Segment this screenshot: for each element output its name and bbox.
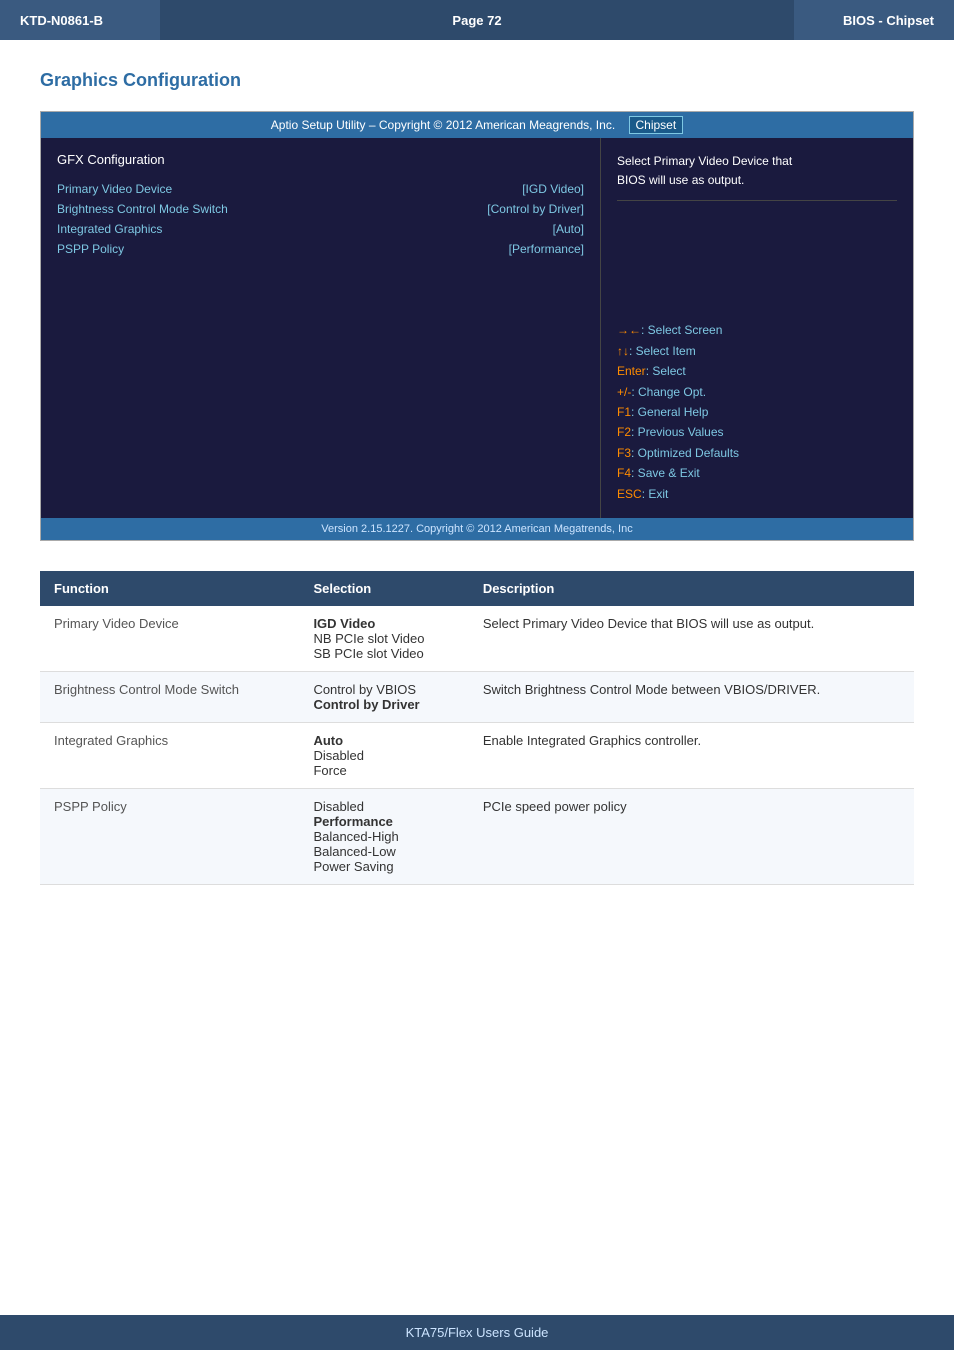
cell-selection: Control by VBIOSControl by Driver: [299, 672, 468, 723]
bios-key-row: F2: Previous Values: [617, 422, 897, 442]
bios-help-keys: →←: Select Screen↑↓: Select ItemEnter: S…: [617, 320, 897, 504]
key-label: →←: [617, 323, 641, 337]
bios-item-value: [Auto]: [553, 222, 584, 236]
bios-help-line1: Select Primary Video Device that: [617, 154, 792, 168]
bios-submenu-label: Chipset: [629, 116, 684, 134]
footer-text: KTA75/Flex Users Guide: [406, 1325, 549, 1340]
bios-item-label: Primary Video Device: [57, 182, 172, 196]
bios-key-row: F3: Optimized Defaults: [617, 443, 897, 463]
table-row: Integrated GraphicsAutoDisabledForceEnab…: [40, 723, 914, 789]
bios-key-row: ↑↓: Select Item: [617, 341, 897, 361]
section-title: Graphics Configuration: [40, 70, 914, 91]
selection-item: Performance: [313, 814, 454, 829]
cell-selection: IGD VideoNB PCIe slot VideoSB PCIe slot …: [299, 606, 468, 672]
cell-function: Primary Video Device: [40, 606, 299, 672]
key-label: ESC: [617, 487, 642, 501]
cell-selection: AutoDisabledForce: [299, 723, 468, 789]
cell-description: Select Primary Video Device that BIOS wi…: [469, 606, 914, 672]
selection-item: Auto: [313, 733, 454, 748]
selection-item: Control by VBIOS: [313, 682, 454, 697]
col-function: Function: [40, 571, 299, 606]
page-footer: KTA75/Flex Users Guide: [0, 1315, 954, 1350]
bios-item: Brightness Control Mode Switch [Control b…: [57, 199, 584, 219]
selection-item: Force: [313, 763, 454, 778]
bios-header-bar: Aptio Setup Utility – Copyright © 2012 A…: [41, 112, 913, 138]
header-model: KTD-N0861-B: [0, 0, 160, 40]
bios-key-row: Enter: Select: [617, 361, 897, 381]
bios-key-row: F4: Save & Exit: [617, 463, 897, 483]
bios-item: PSPP Policy [Performance]: [57, 239, 584, 259]
bios-left-panel: GFX Configuration Primary Video Device [I…: [41, 138, 601, 518]
bios-left-title: GFX Configuration: [57, 152, 584, 167]
bios-footer: Version 2.15.1227. Copyright © 2012 Amer…: [41, 518, 913, 540]
bios-item-value: [Performance]: [509, 242, 584, 256]
bios-item: Integrated Graphics [Auto]: [57, 219, 584, 239]
table-row: Brightness Control Mode SwitchControl by…: [40, 672, 914, 723]
key-desc: : General Help: [631, 405, 708, 419]
key-label: F2: [617, 425, 631, 439]
bios-help-line2: BIOS will use as output.: [617, 173, 744, 187]
selection-item: NB PCIe slot Video: [313, 631, 454, 646]
cell-selection: DisabledPerformanceBalanced-HighBalanced…: [299, 789, 468, 885]
bios-key-row: →←: Select Screen: [617, 320, 897, 340]
table-body: Primary Video DeviceIGD VideoNB PCIe slo…: [40, 606, 914, 885]
bios-screenshot: Aptio Setup Utility – Copyright © 2012 A…: [40, 111, 914, 541]
key-label: F3: [617, 446, 631, 460]
selection-item: Power Saving: [313, 859, 454, 874]
selection-item: Disabled: [313, 748, 454, 763]
selection-item: Control by Driver: [313, 697, 454, 712]
table-row: Primary Video DeviceIGD VideoNB PCIe slo…: [40, 606, 914, 672]
key-label: F4: [617, 466, 631, 480]
bios-key-row: +/-: Change Opt.: [617, 382, 897, 402]
bios-header-text: Aptio Setup Utility – Copyright © 2012 A…: [271, 118, 615, 132]
table-row: PSPP PolicyDisabledPerformanceBalanced-H…: [40, 789, 914, 885]
selection-item: SB PCIe slot Video: [313, 646, 454, 661]
key-desc: : Save & Exit: [631, 466, 700, 480]
selection-item: IGD Video: [313, 616, 454, 631]
cell-description: Switch Brightness Control Mode between V…: [469, 672, 914, 723]
bios-item: Primary Video Device [IGD Video]: [57, 179, 584, 199]
key-label: ↑↓: [617, 344, 629, 358]
key-desc: : Select Screen: [641, 323, 722, 337]
selection-item: Disabled: [313, 799, 454, 814]
col-description: Description: [469, 571, 914, 606]
cell-function: Brightness Control Mode Switch: [40, 672, 299, 723]
bios-item-label: Brightness Control Mode Switch: [57, 202, 228, 216]
cell-description: Enable Integrated Graphics controller.: [469, 723, 914, 789]
key-desc: : Optimized Defaults: [631, 446, 739, 460]
bios-key-row: F1: General Help: [617, 402, 897, 422]
header-page: Page 72: [160, 13, 794, 28]
key-desc: : Select Item: [629, 344, 696, 358]
bios-help-description: Select Primary Video Device that BIOS wi…: [617, 152, 897, 201]
header-section: BIOS - Chipset: [794, 0, 954, 40]
key-label: Enter: [617, 364, 646, 378]
cell-function: Integrated Graphics: [40, 723, 299, 789]
table-header: Function Selection Description: [40, 571, 914, 606]
bios-items-list: Primary Video Device [IGD Video] Brightnes…: [57, 179, 584, 259]
bios-item-label: Integrated Graphics: [57, 222, 162, 236]
bios-key-row: ESC: Exit: [617, 484, 897, 504]
bios-item-value: [IGD Video]: [522, 182, 584, 196]
key-label: +/-: [617, 385, 631, 399]
config-table: Function Selection Description Primary V…: [40, 571, 914, 885]
key-label: F1: [617, 405, 631, 419]
bios-item-label: PSPP Policy: [57, 242, 124, 256]
page-content: Graphics Configuration Aptio Setup Utili…: [0, 40, 954, 945]
cell-description: PCIe speed power policy: [469, 789, 914, 885]
key-desc: : Change Opt.: [631, 385, 706, 399]
bios-item-value: [Control by Driver]: [487, 202, 584, 216]
cell-function: PSPP Policy: [40, 789, 299, 885]
bios-body: GFX Configuration Primary Video Device [I…: [41, 138, 913, 518]
selection-item: Balanced-High: [313, 829, 454, 844]
key-desc: : Exit: [642, 487, 669, 501]
bios-right-panel: Select Primary Video Device that BIOS wi…: [601, 138, 913, 518]
key-desc: : Select: [646, 364, 686, 378]
selection-item: Balanced-Low: [313, 844, 454, 859]
key-desc: : Previous Values: [631, 425, 724, 439]
page-header: KTD-N0861-B Page 72 BIOS - Chipset: [0, 0, 954, 40]
col-selection: Selection: [299, 571, 468, 606]
